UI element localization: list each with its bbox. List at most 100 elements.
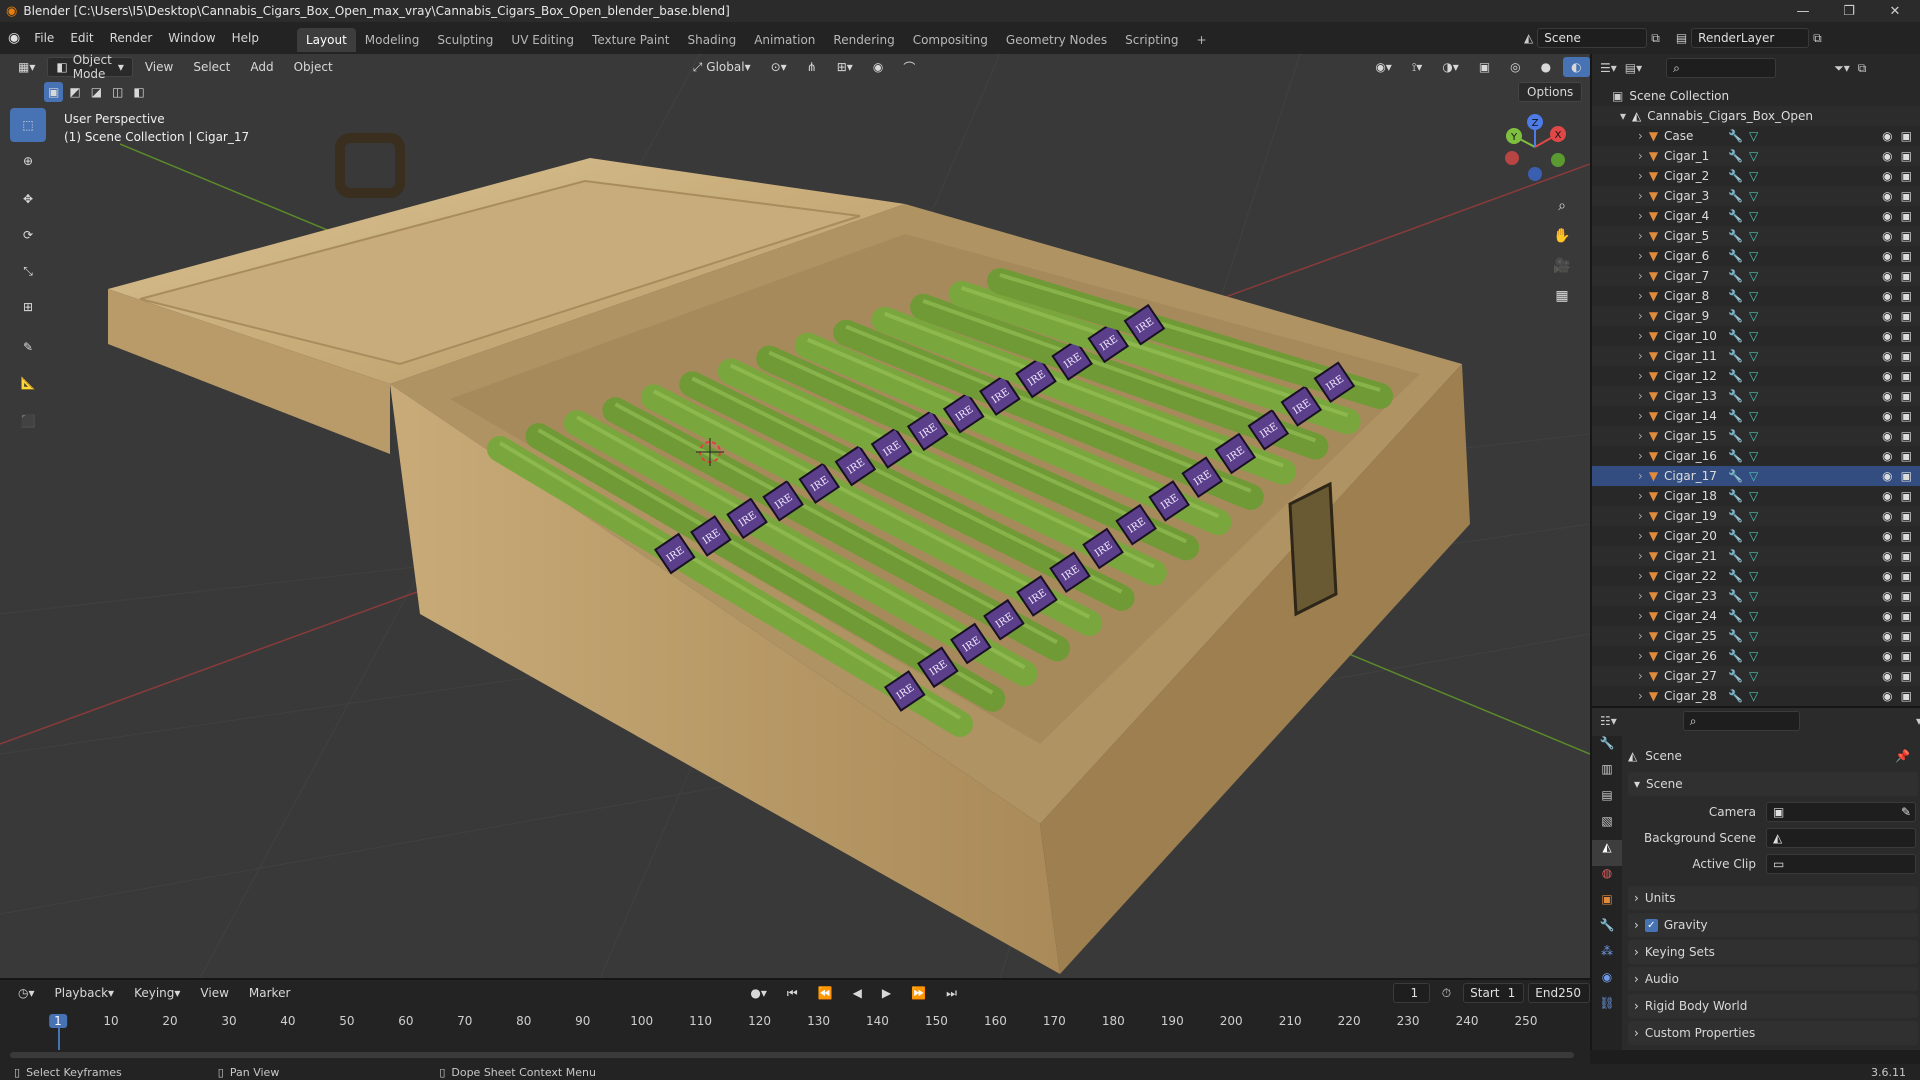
outliner-item[interactable]: › ▼ Cigar_4 🔧 ▽ ◉ ▣ xyxy=(1592,206,1920,226)
render-camera-icon[interactable]: ▣ xyxy=(1901,549,1912,563)
close-button[interactable]: ✕ xyxy=(1872,0,1918,22)
physics-tab-icon[interactable]: ◉ xyxy=(1592,970,1622,996)
modifier-tab-icon[interactable]: 🔧 xyxy=(1592,918,1622,944)
outliner-item[interactable]: › ▼ Cigar_11 🔧 ▽ ◉ ▣ xyxy=(1592,346,1920,366)
expand-arrow-icon[interactable]: › xyxy=(1638,369,1643,383)
render-camera-icon[interactable]: ▣ xyxy=(1901,349,1912,363)
modifier-icon[interactable]: 🔧 xyxy=(1728,389,1743,403)
modifier-icon[interactable]: 🔧 xyxy=(1728,529,1743,543)
menu-help[interactable]: Help xyxy=(224,22,267,54)
expand-arrow-icon[interactable]: › xyxy=(1638,229,1643,243)
outliner-item[interactable]: › ▼ Cigar_13 🔧 ▽ ◉ ▣ xyxy=(1592,386,1920,406)
render-camera-icon[interactable]: ▣ xyxy=(1901,509,1912,523)
mesh-data-icon[interactable]: ▽ xyxy=(1749,569,1758,583)
mesh-data-icon[interactable]: ▽ xyxy=(1749,449,1758,463)
expand-arrow-icon[interactable]: › xyxy=(1638,169,1643,183)
mesh-data-icon[interactable]: ▽ xyxy=(1749,249,1758,263)
select-extend-icon[interactable]: ◩ xyxy=(65,82,84,102)
render-camera-icon[interactable]: ▣ xyxy=(1901,209,1912,223)
outliner-item[interactable]: › ▼ Cigar_10 🔧 ▽ ◉ ▣ xyxy=(1592,326,1920,346)
expand-arrow-icon[interactable]: › xyxy=(1638,129,1643,143)
mesh-data-icon[interactable]: ▽ xyxy=(1749,129,1758,143)
expand-arrow-icon[interactable]: › xyxy=(1638,149,1643,163)
filter-icon[interactable]: ⏷▾ xyxy=(1834,61,1850,76)
menu-file[interactable]: File xyxy=(26,22,62,54)
visibility-eye-icon[interactable]: ◉ xyxy=(1882,329,1892,343)
visibility-eye-icon[interactable]: ◉ xyxy=(1882,169,1892,183)
modifier-icon[interactable]: 🔧 xyxy=(1728,329,1743,343)
expand-arrow-icon[interactable]: › xyxy=(1638,269,1643,283)
new-view-layer-icon[interactable]: ⧉ xyxy=(1813,31,1822,46)
eyedropper-icon[interactable]: ✎ xyxy=(1901,805,1911,819)
outliner-search-input[interactable]: ⌕ xyxy=(1666,58,1777,78)
navigation-gizmo[interactable]: X Y Z xyxy=(1500,112,1570,182)
material-shading-icon[interactable]: ◐ xyxy=(1563,57,1590,77)
zoom-icon[interactable]: ⌕ xyxy=(1548,192,1576,220)
visibility-eye-icon[interactable]: ◉ xyxy=(1882,669,1892,683)
render-camera-icon[interactable]: ▣ xyxy=(1901,429,1912,443)
mesh-data-icon[interactable]: ▽ xyxy=(1749,489,1758,503)
render-camera-icon[interactable]: ▣ xyxy=(1901,189,1912,203)
outliner-item[interactable]: › ▼ Cigar_12 🔧 ▽ ◉ ▣ xyxy=(1592,366,1920,386)
outliner-item[interactable]: › ▼ Cigar_5 🔧 ▽ ◉ ▣ xyxy=(1592,226,1920,246)
visibility-eye-icon[interactable]: ◉ xyxy=(1882,629,1892,643)
menu-edit[interactable]: Edit xyxy=(62,22,101,54)
outliner-item[interactable]: › ▼ Cigar_27 🔧 ▽ ◉ ▣ xyxy=(1592,666,1920,686)
minimize-button[interactable]: — xyxy=(1780,0,1826,22)
particles-tab-icon[interactable]: ⁂ xyxy=(1592,944,1622,970)
select-new-icon[interactable]: ▣ xyxy=(44,82,64,102)
add-workspace-button[interactable]: + xyxy=(1188,28,1216,52)
select-subtract-icon[interactable]: ◪ xyxy=(87,82,106,102)
panel-header[interactable]: › ✓ Gravity xyxy=(1628,913,1918,937)
chevron-down-icon[interactable]: ▾ xyxy=(1916,714,1920,728)
outliner-item[interactable]: › ▼ Case 🔧 ▽ ◉ ▣ xyxy=(1592,126,1920,146)
render-camera-icon[interactable]: ▣ xyxy=(1901,329,1912,343)
visibility-eye-icon[interactable]: ◉ xyxy=(1882,449,1892,463)
select-intersect-icon[interactable]: ◧ xyxy=(129,82,148,102)
gizmo-toggle-icon[interactable]: ⟟▾ xyxy=(1404,57,1431,77)
falloff-icon[interactable]: ⌒ xyxy=(895,57,923,77)
outliner-item[interactable]: › ▼ Cigar_20 🔧 ▽ ◉ ▣ xyxy=(1592,526,1920,546)
modifier-icon[interactable]: 🔧 xyxy=(1728,449,1743,463)
mesh-data-icon[interactable]: ▽ xyxy=(1749,529,1758,543)
outliner-item[interactable]: › ▼ Cigar_6 🔧 ▽ ◉ ▣ xyxy=(1592,246,1920,266)
outliner-item[interactable]: › ▼ Cigar_26 🔧 ▽ ◉ ▣ xyxy=(1592,646,1920,666)
mesh-data-icon[interactable]: ▽ xyxy=(1749,269,1758,283)
view-layer-selector[interactable]: RenderLayer xyxy=(1691,28,1810,48)
move-tool[interactable]: ✥ xyxy=(10,182,46,216)
playhead[interactable] xyxy=(58,1028,60,1050)
background-scene-field[interactable]: ◭ xyxy=(1766,828,1916,848)
render-camera-icon[interactable]: ▣ xyxy=(1901,569,1912,583)
mesh-data-icon[interactable]: ▽ xyxy=(1749,169,1758,183)
solid-shading-icon[interactable]: ● xyxy=(1533,57,1559,77)
options-button[interactable]: Options xyxy=(1518,82,1583,102)
maximize-button[interactable]: ❐ xyxy=(1826,0,1872,22)
expand-arrow-icon[interactable]: › xyxy=(1638,209,1643,223)
expand-arrow-icon[interactable]: ▾ xyxy=(1620,109,1626,123)
render-camera-icon[interactable]: ▣ xyxy=(1901,649,1912,663)
pan-hand-icon[interactable]: ✋ xyxy=(1548,222,1576,250)
rotate-tool[interactable]: ⟳ xyxy=(10,218,46,252)
measure-tool[interactable]: 📐 xyxy=(10,366,46,400)
mesh-data-icon[interactable]: ▽ xyxy=(1749,509,1758,523)
modifier-icon[interactable]: 🔧 xyxy=(1728,349,1743,363)
mesh-data-icon[interactable]: ▽ xyxy=(1749,429,1758,443)
mesh-data-icon[interactable]: ▽ xyxy=(1749,549,1758,563)
mesh-data-icon[interactable]: ▽ xyxy=(1749,209,1758,223)
modifier-icon[interactable]: 🔧 xyxy=(1728,589,1743,603)
scene-tab-icon[interactable]: ◭ xyxy=(1592,840,1622,866)
expand-arrow-icon[interactable]: › xyxy=(1638,249,1643,263)
render-camera-icon[interactable]: ▣ xyxy=(1901,629,1912,643)
editor-type-icon[interactable]: ▦▾ xyxy=(10,57,43,77)
expand-arrow-icon[interactable]: › xyxy=(1638,569,1643,583)
mesh-data-icon[interactable]: ▽ xyxy=(1749,369,1758,383)
visibility-eye-icon[interactable]: ◉ xyxy=(1882,469,1892,483)
modifier-icon[interactable]: 🔧 xyxy=(1728,129,1743,143)
select-invert-icon[interactable]: ◫ xyxy=(108,82,127,102)
render-camera-icon[interactable]: ▣ xyxy=(1901,589,1912,603)
mesh-data-icon[interactable]: ▽ xyxy=(1749,609,1758,623)
menu-view[interactable]: View xyxy=(137,57,181,77)
mesh-data-icon[interactable]: ▽ xyxy=(1749,149,1758,163)
expand-arrow-icon[interactable]: › xyxy=(1638,649,1643,663)
visibility-eye-icon[interactable]: ◉ xyxy=(1882,529,1892,543)
